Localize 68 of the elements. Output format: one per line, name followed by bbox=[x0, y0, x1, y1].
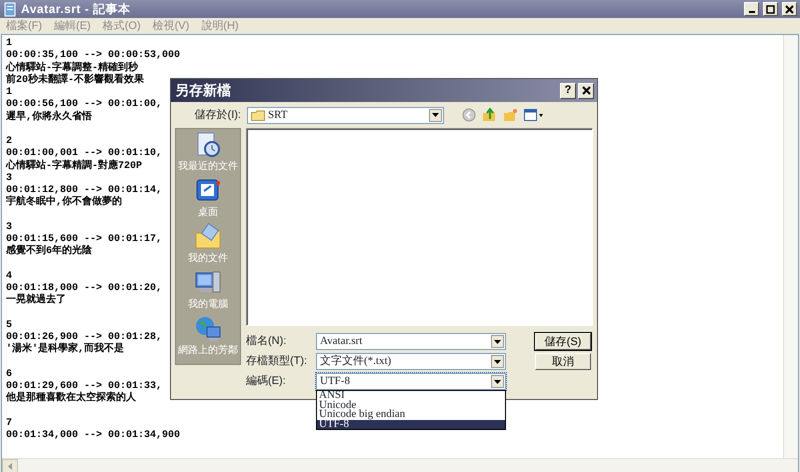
save-button[interactable]: 儲存(S) bbox=[535, 333, 591, 350]
maximize-icon bbox=[766, 4, 775, 14]
dialog-title: 另存新檔 bbox=[175, 81, 232, 100]
text-line: 00:01:00,001 --> 00:01:10, bbox=[6, 148, 162, 160]
text-line: 心情驛站-字幕精調-對應720P bbox=[6, 160, 142, 173]
file-name-field[interactable]: Avatar.srt bbox=[316, 333, 506, 350]
text-line: '湯米'是科學家,而我不是 bbox=[6, 344, 124, 356]
text-line: 6 bbox=[6, 368, 12, 381]
maximize-button[interactable] bbox=[763, 2, 778, 16]
back-icon[interactable] bbox=[462, 108, 476, 122]
text-line: 7 bbox=[6, 418, 12, 430]
dropdown-option[interactable]: UTF-8 bbox=[317, 420, 505, 429]
close-button[interactable] bbox=[782, 2, 797, 16]
text-line: 4 bbox=[6, 270, 12, 283]
view-menu-icon[interactable] bbox=[524, 109, 544, 121]
documents-folder-icon bbox=[194, 223, 222, 251]
network-globe-icon bbox=[194, 315, 222, 343]
text-line: 感覺不到6年的光陰 bbox=[6, 246, 92, 258]
text-line: 00:01:34,000 --> 00:01:34,900 bbox=[6, 430, 180, 442]
close-icon bbox=[785, 4, 794, 14]
text-line: 1 bbox=[6, 87, 12, 99]
field-label: 編碼(E): bbox=[246, 374, 287, 390]
dropdown-option[interactable]: ANSI bbox=[317, 391, 505, 400]
vertical-scrollbar[interactable] bbox=[783, 35, 798, 458]
caret-icon bbox=[494, 340, 501, 344]
minimize-button[interactable] bbox=[744, 2, 759, 16]
text-line: 遲早,你將永久省悟 bbox=[6, 112, 92, 124]
text-line: 他是那種喜歡在太空探索的人 bbox=[6, 393, 136, 406]
text-line: 00:01:29,600 --> 00:01:33, bbox=[6, 381, 162, 392]
save-in-label: 儲存於(I): bbox=[194, 108, 241, 123]
field-label: 檔名(N): bbox=[246, 334, 288, 350]
notepad-icon bbox=[3, 2, 17, 16]
caret-icon bbox=[494, 380, 501, 384]
caret-icon bbox=[432, 113, 439, 117]
cancel-button[interactable]: 取消 bbox=[535, 353, 591, 370]
text-line: 00:01:18,000 --> 00:01:20, bbox=[6, 283, 162, 294]
text-line: 5 bbox=[6, 320, 12, 332]
close-icon bbox=[582, 86, 590, 95]
left-arrow-icon bbox=[7, 462, 13, 470]
up-folder-icon[interactable] bbox=[482, 108, 497, 122]
horizontal-scrollbar[interactable] bbox=[2, 458, 798, 472]
help-button[interactable]: ? bbox=[560, 82, 576, 98]
text-line: 3 bbox=[6, 172, 12, 185]
save-in-dropdown[interactable]: SRT bbox=[247, 106, 444, 124]
dropdown-option[interactable]: Unicode big endian bbox=[317, 410, 505, 420]
scroll-left-button[interactable] bbox=[2, 458, 18, 472]
dropdown-field[interactable]: 文字文件(*.txt) bbox=[316, 353, 506, 370]
text-line: 前20秒未翻譯-不影響觀看效果 bbox=[6, 74, 144, 87]
text-line: 00:00:56,100 --> 00:01:00, bbox=[6, 99, 162, 110]
close-button[interactable] bbox=[578, 82, 594, 98]
text-line: 3 bbox=[6, 222, 12, 234]
dropdown-field[interactable]: UTF-8 bbox=[316, 373, 506, 390]
field-label: 存檔類型(T): bbox=[246, 354, 308, 370]
window-title: Avatar.srt - 記事本 bbox=[21, 1, 132, 18]
caret-icon bbox=[494, 360, 501, 364]
text-line: 一晃就過去了 bbox=[6, 295, 66, 308]
new-folder-icon[interactable] bbox=[503, 108, 518, 122]
text-line: 00:01:26,900 --> 00:01:28, bbox=[6, 332, 162, 343]
text-line: 00:00:35,100 --> 00:00:53,000 bbox=[6, 50, 180, 62]
minimize-icon bbox=[748, 10, 754, 12]
text-line: 1 bbox=[6, 38, 12, 50]
text-line: 心情驛站-字幕調整-精確到秒 bbox=[6, 62, 138, 74]
text-line: 00:01:12,800 --> 00:01:14, bbox=[6, 185, 162, 196]
text-line: 2 bbox=[6, 136, 12, 148]
folder-icon bbox=[251, 110, 265, 120]
dropdown-option[interactable]: Unicode bbox=[317, 400, 505, 410]
text-line: 宇航冬眠中,你不會做夢的 bbox=[6, 197, 122, 210]
text-line: 00:01:15,600 --> 00:01:17, bbox=[6, 234, 162, 245]
